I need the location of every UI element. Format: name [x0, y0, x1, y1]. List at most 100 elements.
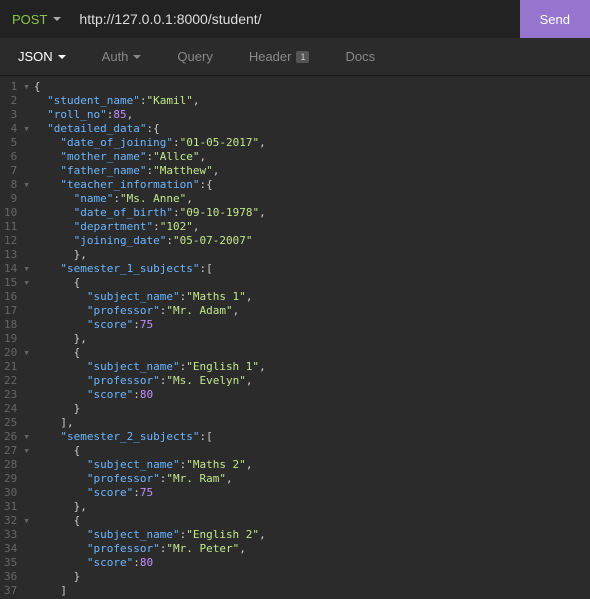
- line-number: 35: [4, 556, 17, 570]
- fold-toggle-icon[interactable]: ▾: [23, 262, 30, 276]
- code-line[interactable]: "professor":"Mr. Adam",: [34, 304, 590, 318]
- line-number: 11: [4, 220, 17, 234]
- code-line[interactable]: }: [34, 402, 590, 416]
- fold-toggle-icon[interactable]: ▾: [23, 178, 30, 192]
- code-line[interactable]: "semester_1_subjects":[: [34, 262, 590, 276]
- code-line[interactable]: },: [34, 500, 590, 514]
- http-method-dropdown[interactable]: POST: [12, 12, 69, 27]
- docs-tab[interactable]: Docs: [327, 38, 393, 75]
- chevron-down-icon: [133, 55, 141, 59]
- code-line[interactable]: {: [34, 80, 590, 94]
- code-line[interactable]: "professor":"Ms. Evelyn",: [34, 374, 590, 388]
- line-number: 13: [4, 248, 17, 262]
- fold-spacer: [23, 290, 30, 304]
- body-type-tab[interactable]: JSON: [0, 38, 84, 75]
- fold-spacer: [23, 472, 30, 486]
- line-number: 33: [4, 528, 17, 542]
- line-number: 27: [4, 444, 17, 458]
- request-tabs: JSON Auth Query Header 1 Docs: [0, 38, 590, 76]
- query-label: Query: [177, 49, 212, 64]
- code-line[interactable]: {: [34, 276, 590, 290]
- code-content[interactable]: { "student_name":"Kamil", "roll_no":85, …: [34, 80, 590, 599]
- header-count-badge: 1: [296, 51, 309, 63]
- code-line[interactable]: },: [34, 332, 590, 346]
- line-number: 16: [4, 290, 17, 304]
- code-line[interactable]: "score":75: [34, 486, 590, 500]
- code-line[interactable]: "professor":"Mr. Peter",: [34, 542, 590, 556]
- line-number: 9: [4, 192, 17, 206]
- code-line[interactable]: "name":"Ms. Anne",: [34, 192, 590, 206]
- line-number: 19: [4, 332, 17, 346]
- line-number: 12: [4, 234, 17, 248]
- fold-spacer: [23, 94, 30, 108]
- line-number: 31: [4, 500, 17, 514]
- code-line[interactable]: "professor":"Mr. Ram",: [34, 472, 590, 486]
- fold-spacer: [23, 556, 30, 570]
- fold-toggle-icon[interactable]: ▾: [23, 444, 30, 458]
- body-type-label: JSON: [18, 49, 53, 64]
- fold-spacer: [23, 500, 30, 514]
- line-number: 15: [4, 276, 17, 290]
- code-line[interactable]: "subject_name":"English 2",: [34, 528, 590, 542]
- line-number: 20: [4, 346, 17, 360]
- code-line[interactable]: "student_name":"Kamil",: [34, 94, 590, 108]
- send-button[interactable]: Send: [520, 0, 590, 38]
- code-line[interactable]: },: [34, 248, 590, 262]
- code-line[interactable]: "score":80: [34, 388, 590, 402]
- code-line[interactable]: "detailed_data":{: [34, 122, 590, 136]
- code-line[interactable]: "subject_name":"Maths 2",: [34, 458, 590, 472]
- fold-toggle-icon[interactable]: ▾: [23, 514, 30, 528]
- line-number: 28: [4, 458, 17, 472]
- code-line[interactable]: "roll_no":85,: [34, 108, 590, 122]
- fold-spacer: [23, 248, 30, 262]
- fold-toggle-icon[interactable]: ▾: [23, 122, 30, 136]
- line-number: 6: [4, 150, 17, 164]
- code-line[interactable]: {: [34, 514, 590, 528]
- code-line[interactable]: "department":"102",: [34, 220, 590, 234]
- code-line[interactable]: "father_name":"Matthew",: [34, 164, 590, 178]
- query-tab[interactable]: Query: [159, 38, 230, 75]
- line-number: 37: [4, 584, 17, 598]
- code-line[interactable]: ],: [34, 416, 590, 430]
- code-line[interactable]: "mother_name":"Allce",: [34, 150, 590, 164]
- code-line[interactable]: "semester_2_subjects":[: [34, 430, 590, 444]
- json-editor[interactable]: 1234567891011121314151617181920212223242…: [0, 76, 590, 599]
- auth-label: Auth: [102, 49, 129, 64]
- code-line[interactable]: "score":80: [34, 556, 590, 570]
- fold-toggle-icon[interactable]: ▾: [23, 346, 30, 360]
- line-number: 25: [4, 416, 17, 430]
- code-line[interactable]: "teacher_information":{: [34, 178, 590, 192]
- code-line[interactable]: "date_of_joining":"01-05-2017",: [34, 136, 590, 150]
- code-line[interactable]: "score":75: [34, 318, 590, 332]
- url-input[interactable]: [69, 0, 519, 38]
- line-number: 29: [4, 472, 17, 486]
- chevron-down-icon: [58, 55, 66, 59]
- fold-spacer: [23, 304, 30, 318]
- fold-spacer: [23, 402, 30, 416]
- auth-tab[interactable]: Auth: [84, 38, 160, 75]
- code-line[interactable]: }: [34, 570, 590, 584]
- header-tab[interactable]: Header 1: [231, 38, 328, 75]
- fold-spacer: [23, 374, 30, 388]
- fold-spacer: [23, 108, 30, 122]
- fold-gutter[interactable]: ▾ ▾ ▾ ▾▾ ▾ ▾▾ ▾: [23, 80, 34, 599]
- code-line[interactable]: "subject_name":"Maths 1",: [34, 290, 590, 304]
- line-number: 3: [4, 108, 17, 122]
- line-number: 1: [4, 80, 17, 94]
- fold-spacer: [23, 136, 30, 150]
- request-bar: POST Send: [0, 0, 590, 38]
- code-line[interactable]: "joining_date":"05-07-2007": [34, 234, 590, 248]
- code-line[interactable]: ]: [34, 584, 590, 598]
- fold-spacer: [23, 192, 30, 206]
- line-number: 18: [4, 318, 17, 332]
- fold-toggle-icon[interactable]: ▾: [23, 430, 30, 444]
- code-line[interactable]: "date_of_birth":"09-10-1978",: [34, 206, 590, 220]
- fold-spacer: [23, 458, 30, 472]
- fold-toggle-icon[interactable]: ▾: [23, 276, 30, 290]
- code-line[interactable]: "subject_name":"English 1",: [34, 360, 590, 374]
- fold-spacer: [23, 486, 30, 500]
- fold-spacer: [23, 542, 30, 556]
- code-line[interactable]: {: [34, 346, 590, 360]
- fold-toggle-icon[interactable]: ▾: [23, 80, 30, 94]
- code-line[interactable]: {: [34, 444, 590, 458]
